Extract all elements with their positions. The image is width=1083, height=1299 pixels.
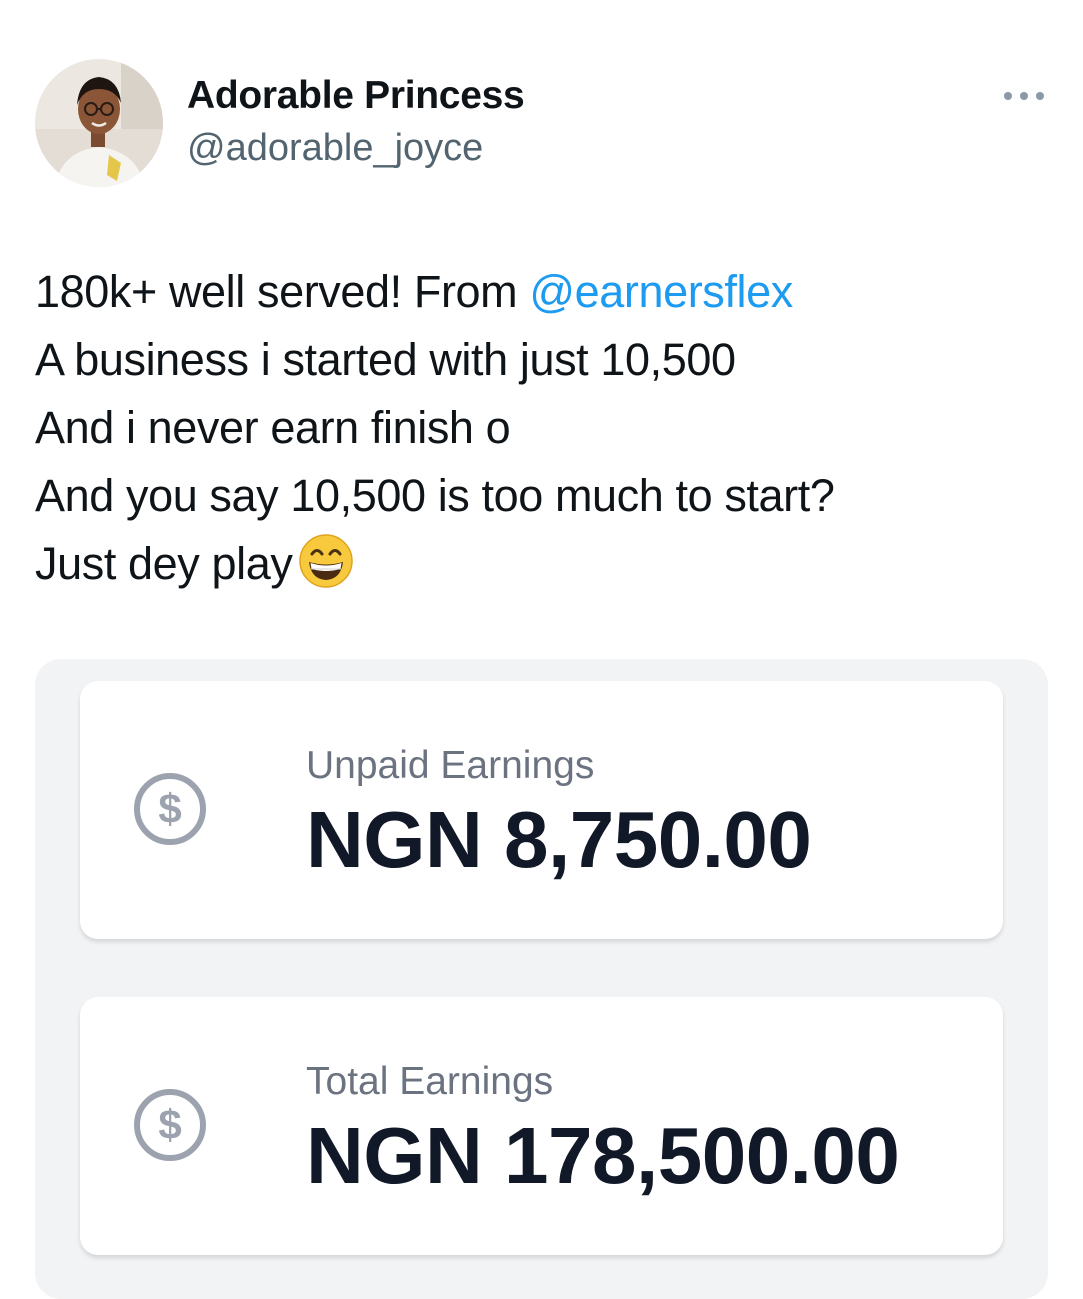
dollar-coin-icon: $ [134,1089,206,1161]
dollar-coin-icon: $ [134,773,206,845]
tweet-line: And i never earn finish o [35,402,511,453]
tweet-text: 180k+ well served! From @earnersflex A b… [35,258,1045,598]
avatar[interactable] [35,59,163,187]
tweet-line: A business i started with just 10,500 [35,334,736,385]
tweet-line: 180k+ well served! From @earnersflex [35,258,1045,326]
mention-link[interactable]: @earnersflex [529,266,793,317]
total-earnings-card: $ Total Earnings NGN 178,500.00 [80,997,1003,1255]
attached-media[interactable]: $ Unpaid Earnings NGN 8,750.00 $ Total E… [35,659,1048,1299]
unpaid-earnings-card: $ Unpaid Earnings NGN 8,750.00 [80,681,1003,939]
grinning-face-emoji [298,533,354,608]
svg-text:$: $ [158,1101,181,1148]
more-dots-icon [1004,92,1044,100]
tweet-line-text: Just dey play [35,538,293,589]
more-options-button[interactable] [996,80,1052,112]
author-display-name[interactable]: Adorable Princess [187,74,525,118]
card-label: Unpaid Earnings [306,744,595,787]
card-value: NGN 178,500.00 [306,1111,900,1200]
svg-text:$: $ [158,785,181,832]
tweet-line: And you say 10,500 is too much to start? [35,470,835,521]
profile-photo [35,59,163,187]
author-handle[interactable]: @adorable_joyce [187,127,483,170]
card-value: NGN 8,750.00 [306,795,812,884]
tweet-line: Just dey play [35,530,1045,598]
tweet-line-text: 180k+ well served! From [35,266,530,317]
card-label: Total Earnings [306,1060,554,1103]
